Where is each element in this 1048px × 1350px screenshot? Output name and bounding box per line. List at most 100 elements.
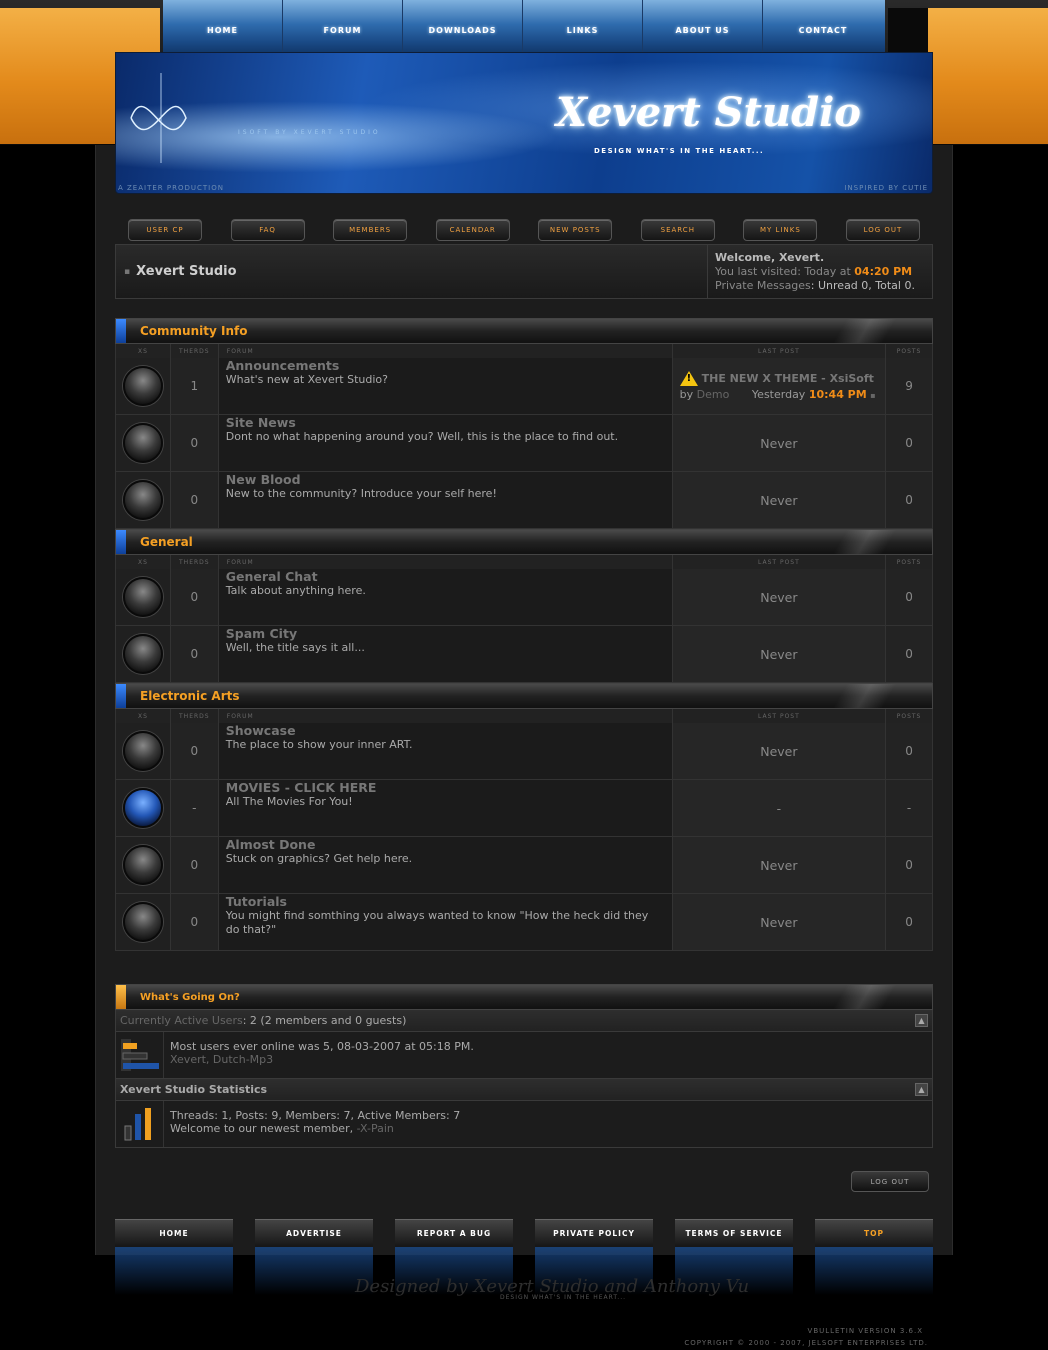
- last-post-cell: Never: [672, 837, 887, 893]
- col-forum: FORUM: [219, 555, 673, 569]
- forum-row: 0 Site News Dont no what happening aroun…: [115, 415, 933, 472]
- faq-button[interactable]: FAQ: [230, 219, 305, 241]
- thread-count: 1: [170, 358, 219, 414]
- forum-desc: Talk about anything here.: [225, 584, 366, 597]
- statistics-chart-icon: [116, 1101, 164, 1147]
- col-xs: XS: [116, 555, 171, 569]
- new-posts-button[interactable]: NEW POSTS: [538, 219, 613, 241]
- link-forum-icon: [122, 788, 163, 828]
- category-title[interactable]: General: [115, 529, 933, 555]
- post-count: 9: [886, 358, 932, 414]
- calendar-button[interactable]: CALENDAR: [435, 219, 510, 241]
- forum-desc: All The Movies For You!: [225, 795, 353, 808]
- forum-title[interactable]: Tutorials: [226, 894, 287, 909]
- last-visited-label: You last visited: Today at: [715, 265, 851, 278]
- online-user-list[interactable]: Xevert, Dutch-Mp3: [170, 1053, 474, 1066]
- pm-link[interactable]: Private Messages: [715, 279, 811, 292]
- last-post-cell: THE NEW X THEME - XsiSoft by Demo Yester…: [672, 358, 887, 414]
- post-count: 0: [886, 837, 932, 893]
- topnav-about[interactable]: ABOUT US: [643, 0, 763, 60]
- topnav-contact[interactable]: CONTACT: [763, 0, 883, 60]
- col-posts: POSTS: [896, 558, 922, 566]
- active-users-count: : 2 (2 members and 0 guests): [242, 1014, 407, 1027]
- last-post-title[interactable]: THE NEW X THEME - XsiSoft: [702, 372, 874, 385]
- active-users-link[interactable]: Currently Active Users: [120, 1014, 243, 1027]
- last-post-user[interactable]: Demo: [697, 388, 730, 401]
- forum-title[interactable]: Spam City: [226, 626, 297, 641]
- user-button-bar: USER CP FAQ MEMBERS CALENDAR NEW POSTS S…: [128, 219, 920, 241]
- logout-bottom-button[interactable]: LOG OUT: [851, 1171, 929, 1192]
- collapse-icon[interactable]: ▲: [915, 1083, 928, 1096]
- newest-member-link[interactable]: -X-Pain: [357, 1122, 394, 1135]
- category-community-info: Community Info XS THERDS FORUM LAST POST…: [115, 318, 933, 529]
- forum-row: 0 General Chat Talk about anything here.…: [115, 569, 933, 626]
- pm-status: : Unread 0, Total 0.: [810, 279, 915, 292]
- forum-status-icon: [122, 423, 163, 463]
- post-count: 0: [886, 472, 932, 528]
- usercp-button[interactable]: USER CP: [128, 219, 202, 241]
- last-post-cell: -: [672, 780, 887, 836]
- category-electronic-arts: Electronic Arts XS THERDS FORUM LAST POS…: [115, 683, 933, 951]
- thread-count: 0: [170, 894, 219, 950]
- col-last-post: LAST POST: [673, 709, 887, 723]
- active-users-row: Most users ever online was 5, 08-03-2007…: [115, 1032, 933, 1079]
- column-headers: XS THERDS FORUM LAST POST POSTS: [115, 344, 933, 358]
- col-threads: THERDS: [171, 709, 219, 723]
- forum-row: - MOVIES - CLICK HERE All The Movies For…: [115, 780, 933, 837]
- footer-top[interactable]: TOP: [815, 1219, 933, 1247]
- forum-desc: New to the community? Introduce your sel…: [225, 487, 497, 500]
- topnav-downloads[interactable]: DOWNLOADS: [403, 0, 523, 60]
- forum-status-icon: [122, 731, 163, 771]
- forum-title[interactable]: New Blood: [226, 472, 301, 487]
- thread-count: -: [170, 780, 219, 836]
- forum-row: 0 Spam City Well, the title says it all.…: [115, 626, 933, 683]
- breadcrumb-title[interactable]: Xevert Studio: [136, 264, 236, 279]
- members-button[interactable]: MEMBERS: [333, 219, 408, 241]
- thread-count: 0: [170, 569, 219, 625]
- post-count: 0: [886, 415, 932, 471]
- col-threads: THERDS: [171, 344, 219, 358]
- forum-desc: The place to show your inner ART.: [225, 738, 413, 751]
- footer-private-policy[interactable]: PRIVATE POLICY: [535, 1219, 653, 1247]
- column-headers: XS THERDS FORUM LAST POST POSTS: [115, 555, 933, 569]
- statistics-header: Xevert Studio Statistics ▲: [115, 1079, 933, 1101]
- forum-desc: Dont no what happening around you? Well,…: [225, 430, 619, 443]
- newest-member-label: Welcome to our newest member,: [170, 1122, 354, 1135]
- forum-title[interactable]: Site News: [226, 415, 296, 430]
- footer-nav: HOME ADVERTISE REPORT A BUG PRIVATE POLI…: [115, 1219, 933, 1247]
- forum-title[interactable]: Announcements: [226, 358, 340, 373]
- my-links-button[interactable]: MY LINKS: [743, 219, 818, 241]
- logout-button[interactable]: LOG OUT: [845, 219, 920, 241]
- thread-count: 0: [170, 723, 219, 779]
- search-button[interactable]: SEARCH: [640, 219, 715, 241]
- topnav-home[interactable]: HOME: [163, 0, 283, 60]
- last-visited-time: 04:20 PM: [854, 265, 913, 278]
- forum-title[interactable]: MOVIES - CLICK HERE: [226, 780, 377, 795]
- category-title[interactable]: Electronic Arts: [115, 683, 933, 709]
- statistics-row: Threads: 1, Posts: 9, Members: 7, Active…: [115, 1101, 933, 1148]
- active-users-header: Currently Active Users: 2 (2 members and…: [115, 1010, 933, 1032]
- post-count: 0: [886, 894, 932, 950]
- last-post-cell: Never: [672, 472, 887, 528]
- goto-last-post-icon[interactable]: ▪: [870, 391, 875, 400]
- col-posts: POSTS: [896, 347, 922, 355]
- topnav-links[interactable]: LINKS: [523, 0, 643, 60]
- category-title[interactable]: Community Info: [115, 318, 933, 344]
- footer-advertise[interactable]: ADVERTISE: [255, 1219, 373, 1247]
- collapse-icon[interactable]: ▲: [915, 1014, 928, 1027]
- footer-home[interactable]: HOME: [115, 1219, 233, 1247]
- topnav-forum[interactable]: FORUM: [283, 0, 403, 60]
- forum-title[interactable]: General Chat: [226, 569, 318, 584]
- footer-terms[interactable]: TERMS OF SERVICE: [675, 1219, 793, 1247]
- thread-count: 0: [170, 415, 219, 471]
- col-threads: THERDS: [171, 555, 219, 569]
- col-last-post: LAST POST: [673, 344, 887, 358]
- forum-title[interactable]: Almost Done: [226, 837, 316, 852]
- thread-count: 0: [170, 837, 219, 893]
- forum-status-icon: [122, 366, 163, 406]
- forum-title[interactable]: Showcase: [226, 723, 296, 738]
- footer-report-bug[interactable]: REPORT A BUG: [395, 1219, 513, 1247]
- banner-inspired: INSPIRED BY CUTIE: [844, 184, 928, 192]
- col-posts: POSTS: [896, 712, 922, 720]
- post-count: 0: [886, 723, 932, 779]
